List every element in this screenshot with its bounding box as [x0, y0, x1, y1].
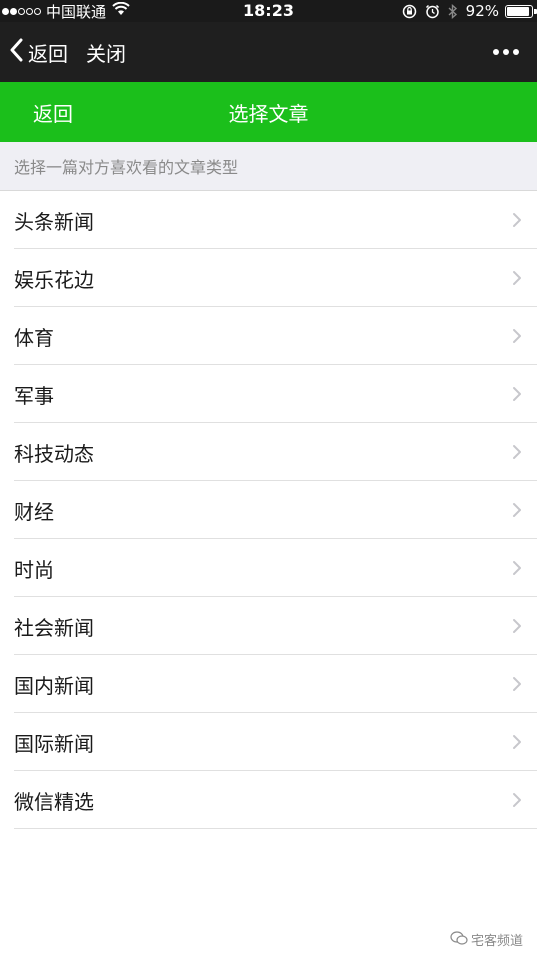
close-button[interactable]: 关闭: [86, 22, 126, 82]
chevron-left-icon: [10, 38, 24, 66]
back-label: 返回: [28, 41, 68, 66]
battery-percent: 92%: [465, 2, 499, 20]
list-item[interactable]: 军事: [0, 365, 537, 423]
list-item[interactable]: 微信精选: [0, 771, 537, 829]
chevron-right-icon: [509, 502, 525, 518]
list-item-label: 微信精选: [14, 789, 94, 814]
list-item-label: 头条新闻: [14, 209, 94, 234]
chevron-right-icon: [509, 328, 525, 344]
alarm-icon: [425, 4, 440, 19]
section-hint: 选择一篇对方喜欢看的文章类型: [0, 142, 537, 191]
list-item[interactable]: 头条新闻: [0, 191, 537, 249]
watermark: 宅客频道: [450, 930, 523, 949]
more-options-icon[interactable]: [489, 22, 519, 82]
list-item-label: 时尚: [14, 557, 54, 582]
list-item-label: 娱乐花边: [14, 267, 94, 292]
chevron-right-icon: [509, 444, 525, 460]
list-item[interactable]: 国际新闻: [0, 713, 537, 771]
list-item-label: 国内新闻: [14, 673, 94, 698]
list-item[interactable]: 体育: [0, 307, 537, 365]
list-item[interactable]: 国内新闻: [0, 655, 537, 713]
list-item[interactable]: 科技动态: [0, 423, 537, 481]
list-item-label: 科技动态: [14, 441, 94, 466]
list-item[interactable]: 社会新闻: [0, 597, 537, 655]
list-item-label: 体育: [14, 325, 54, 350]
back-button[interactable]: 返回: [10, 22, 68, 82]
page-header: 返回 选择文章: [0, 82, 537, 142]
chevron-right-icon: [509, 792, 525, 808]
chevron-right-icon: [509, 386, 525, 402]
chevron-right-icon: [509, 212, 525, 228]
list-item[interactable]: 财经: [0, 481, 537, 539]
page-title: 选择文章: [228, 101, 309, 126]
chevron-right-icon: [509, 270, 525, 286]
list-item-label: 财经: [14, 499, 54, 524]
chevron-right-icon: [509, 734, 525, 750]
chevron-right-icon: [509, 676, 525, 692]
title-bar: 返回 关闭: [0, 22, 537, 82]
watermark-text: 宅客频道: [470, 934, 523, 949]
status-bar: 中国联通 18:23 92%: [0, 0, 537, 22]
list-item-label: 军事: [14, 383, 54, 408]
status-right: 92%: [394, 2, 537, 20]
wechat-icon: [450, 930, 471, 949]
category-list: 头条新闻 娱乐花边 体育 军事 科技动态 财经 时尚 社会新闻 国内新闻 国际新…: [0, 191, 537, 829]
list-item[interactable]: 娱乐花边: [0, 249, 537, 307]
battery-level: [507, 6, 530, 16]
list-item[interactable]: 时尚: [0, 539, 537, 597]
chevron-right-icon: [509, 560, 525, 576]
list-item-label: 社会新闻: [14, 615, 94, 640]
chevron-right-icon: [509, 618, 525, 634]
battery-icon: [505, 4, 537, 18]
bluetooth-icon: [448, 3, 458, 19]
list-item-label: 国际新闻: [14, 731, 94, 756]
orientation-lock-icon: [402, 4, 417, 19]
